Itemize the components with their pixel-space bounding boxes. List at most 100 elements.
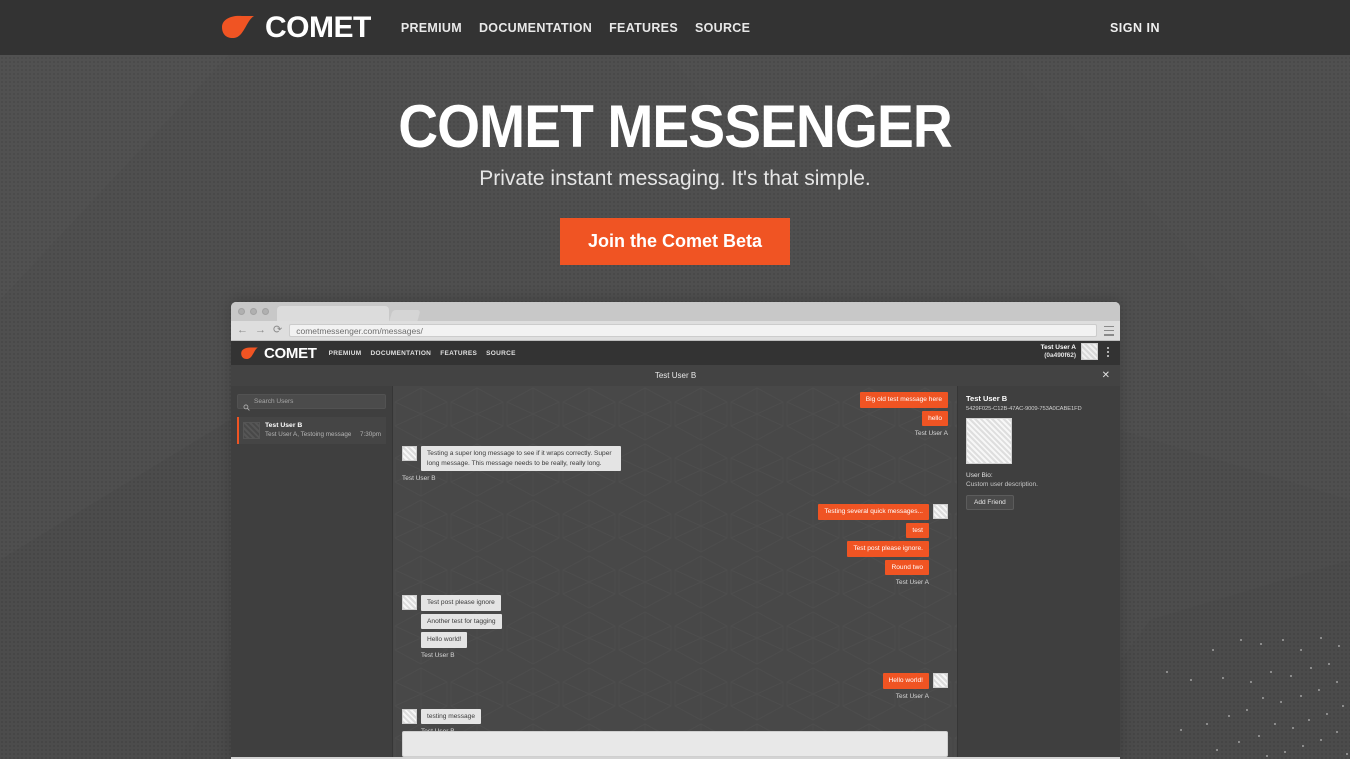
message-row: Another test for tagging xyxy=(402,613,502,630)
message-row: Testing several quick messages... xyxy=(818,504,948,520)
message-group: Big old test message here hello Test Use… xyxy=(402,392,948,437)
current-user-name: Test User A xyxy=(1040,344,1076,352)
conversation-time: 7:30pm xyxy=(359,431,381,438)
message-input[interactable] xyxy=(402,731,948,757)
overflow-menu-icon[interactable] xyxy=(1103,343,1112,360)
message-bubble: Hello world! xyxy=(421,632,468,649)
address-bar[interactable]: cometmessenger.com/messages/ xyxy=(289,324,1097,337)
message-author: Test User A xyxy=(895,579,929,587)
message-bubble: Test post please ignore xyxy=(421,595,501,611)
app-body: Search Users Test User B Test User A, Te… xyxy=(231,386,1120,757)
site-brand[interactable]: COMET xyxy=(220,10,371,44)
conversation-title: Test User B xyxy=(654,371,697,380)
landing-page: COMET PREMIUM DOCUMENTATION FEATURES SOU… xyxy=(0,0,1350,759)
browser-titlebar xyxy=(231,302,1120,321)
message-list[interactable]: Big old test message here hello Test Use… xyxy=(393,386,957,731)
conversation-meta: Test User A, Testoing message 7:30pm xyxy=(265,431,381,438)
message-bubble: Hello world! xyxy=(882,673,929,689)
message-row: Testing a super long message to see if i… xyxy=(402,446,621,472)
message-group: testing message Test User B xyxy=(402,708,948,731)
hero-title: COMET MESSENGER xyxy=(398,93,953,160)
browser-menu-icon[interactable] xyxy=(1104,325,1114,336)
app-nav-link-premium[interactable]: PREMIUM xyxy=(329,350,362,357)
nav-link-documentation[interactable]: DOCUMENTATION xyxy=(479,21,592,35)
message-bubble: testing message xyxy=(421,708,482,725)
profile-uuid: 5429F025-C12B-47AC-9009-753A0CABE1FD xyxy=(966,406,1082,412)
browser-mockup: ← → ⟳ cometmessenger.com/messages/ COMET xyxy=(231,302,1120,759)
chat-panel: Big old test message here hello Test Use… xyxy=(393,386,957,757)
app-brand[interactable]: COMET xyxy=(240,346,317,361)
app-nav-link-source[interactable]: SOURCE xyxy=(486,350,516,357)
conversation-header: Test User B ✕ xyxy=(231,365,1120,386)
background-particles xyxy=(1166,637,1348,757)
browser-toolbar: ← → ⟳ cometmessenger.com/messages/ xyxy=(231,321,1120,341)
comet-logo-icon xyxy=(240,346,259,360)
app-nav-link-features[interactable]: FEATURES xyxy=(440,350,477,357)
message-bubble: hello xyxy=(922,410,948,427)
app-brand-name: COMET xyxy=(264,344,317,362)
site-nav-links: PREMIUM DOCUMENTATION FEATURES SOURCE xyxy=(401,21,750,35)
avatar xyxy=(402,595,417,611)
avatar xyxy=(933,673,948,689)
message-row: Hello world! xyxy=(402,632,468,649)
search-icon xyxy=(243,398,250,411)
profile-name: Test User B xyxy=(966,394,1008,403)
browser-tab-active[interactable] xyxy=(277,306,389,321)
minimize-window-dot[interactable] xyxy=(250,308,257,315)
comet-logo-icon xyxy=(220,15,256,40)
app-nav-link-documentation[interactable]: DOCUMENTATION xyxy=(370,350,431,357)
forward-icon[interactable]: → xyxy=(255,325,266,336)
message-bubble: Another test for tagging xyxy=(421,613,502,630)
message-group: Hello world! Test User A xyxy=(402,673,948,700)
user-profile-panel: Test User B 5429F025-C12B-47AC-9009-753A… xyxy=(957,386,1120,757)
app-navbar: COMET PREMIUM DOCUMENTATION FEATURES SOU… xyxy=(231,341,1120,365)
join-beta-button[interactable]: Join the Comet Beta xyxy=(559,218,791,265)
close-window-dot[interactable] xyxy=(238,308,245,315)
list-item[interactable]: Test User B Test User A, Testoing messag… xyxy=(237,417,386,444)
search-placeholder: Search Users xyxy=(254,398,294,405)
conversations-sidebar: Search Users Test User B Test User A, Te… xyxy=(231,386,393,757)
messenger-app: COMET PREMIUM DOCUMENTATION FEATURES SOU… xyxy=(231,341,1120,757)
message-row: hello xyxy=(922,410,948,427)
avatar[interactable] xyxy=(1081,343,1098,360)
window-controls xyxy=(238,308,269,315)
message-author: Test User B xyxy=(421,652,455,660)
back-icon[interactable]: ← xyxy=(237,325,248,336)
message-row: test xyxy=(906,522,948,539)
message-bubble: Testing a super long message to see if i… xyxy=(421,446,621,472)
reload-icon[interactable]: ⟳ xyxy=(273,325,282,336)
search-input[interactable]: Search Users xyxy=(237,394,386,411)
avatar xyxy=(966,418,1012,464)
nav-link-source[interactable]: SOURCE xyxy=(695,21,750,35)
add-friend-button[interactable]: Add Friend xyxy=(966,495,1014,510)
message-row: testing message xyxy=(402,708,482,725)
conversation-text: Test User B Test User A, Testoing messag… xyxy=(265,422,381,439)
sign-in-link[interactable]: SIGN IN xyxy=(1110,21,1160,35)
site-brand-name: COMET xyxy=(265,10,371,44)
close-icon[interactable]: ✕ xyxy=(1102,370,1110,381)
hero-subtitle: Private instant messaging. It's that sim… xyxy=(479,167,871,190)
message-author: Test User A xyxy=(895,692,929,700)
current-user-text: Test User A (0a490f62) xyxy=(1041,344,1076,359)
maximize-window-dot[interactable] xyxy=(262,308,269,315)
current-user-menu[interactable]: Test User A (0a490f62) xyxy=(1041,343,1112,360)
message-bubble: Big old test message here xyxy=(859,392,948,408)
avatar xyxy=(243,422,260,439)
avatar xyxy=(402,708,417,724)
message-bubble: test xyxy=(906,522,929,539)
navbar-right: SIGN IN xyxy=(1110,19,1350,37)
message-group: Testing several quick messages... test T… xyxy=(402,504,948,586)
profile-bio-label: User Bio: xyxy=(966,472,993,479)
message-row: Round two xyxy=(885,559,948,576)
app-nav-links: PREMIUM DOCUMENTATION FEATURES SOURCE xyxy=(329,350,516,357)
nav-link-features[interactable]: FEATURES xyxy=(609,21,678,35)
message-row: Hello world! xyxy=(882,673,948,689)
conversation-name: Test User B xyxy=(265,422,303,429)
message-row: Test post please ignore xyxy=(402,595,501,611)
browser-tab-inactive[interactable] xyxy=(389,310,421,321)
message-bubble: Round two xyxy=(885,559,929,576)
message-group: Testing a super long message to see if i… xyxy=(402,446,948,482)
nav-link-premium[interactable]: PREMIUM xyxy=(401,21,462,35)
avatar xyxy=(933,504,948,520)
current-user-id: (0a490f62) xyxy=(1044,351,1076,359)
